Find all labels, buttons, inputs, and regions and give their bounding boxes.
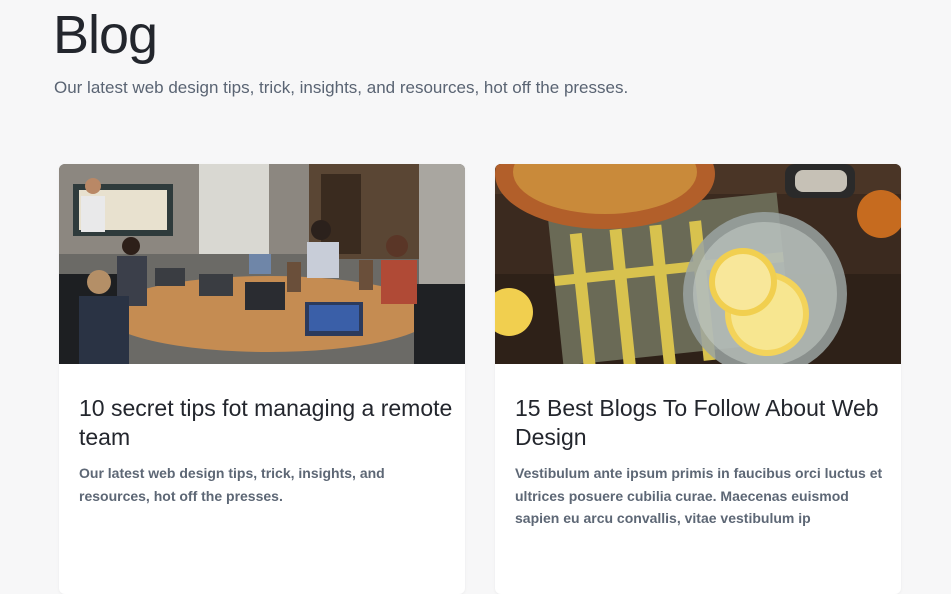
post-excerpt: Vestibulum ante ipsum primis in faucibus… [515, 465, 883, 526]
post-title[interactable]: 15 Best Blogs To Follow About Web Design [515, 394, 895, 452]
post-title[interactable]: 10 secret tips fot managing a remote tea… [79, 394, 459, 452]
post-excerpt: Our latest web design tips, trick, insig… [79, 465, 385, 504]
page-title: Blog [53, 5, 158, 65]
page-subtitle: Our latest web design tips, trick, insig… [54, 78, 629, 97]
blog-card-web-design-blogs[interactable]: 15 Best Blogs To Follow About Web Design… [495, 164, 901, 594]
office-meeting-photo[interactable] [59, 164, 465, 364]
lemon-water-jar-photo[interactable] [495, 164, 901, 364]
blog-card-remote-team[interactable]: 10 secret tips fot managing a remote tea… [59, 164, 465, 594]
